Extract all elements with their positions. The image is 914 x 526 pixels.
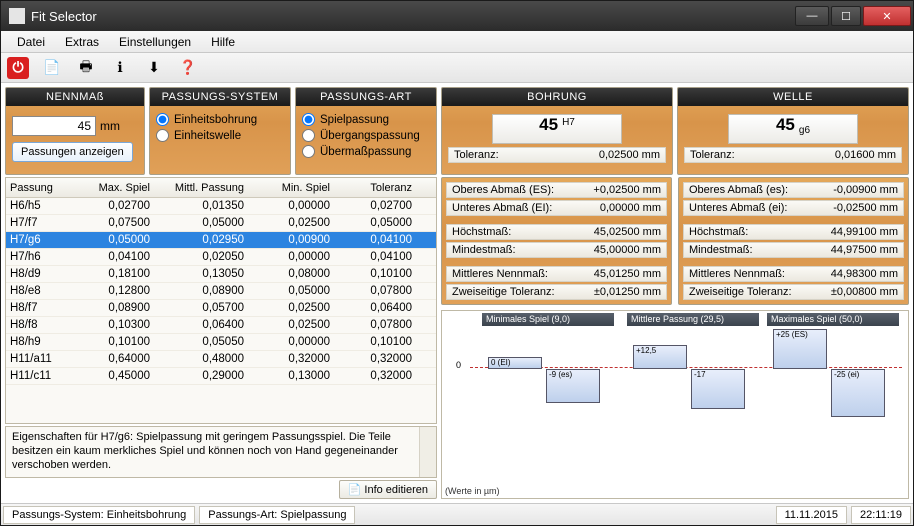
graph-units: (Werte in µm)	[445, 486, 500, 496]
radio-transition[interactable]: Übergangspassung	[302, 129, 430, 142]
app-icon	[9, 8, 25, 24]
bore-header: BOHRUNG	[442, 88, 672, 106]
fittype-card: PASSUNGS-ART Spielpassung Übergangspassu…	[295, 87, 437, 175]
menu-extras[interactable]: Extras	[55, 33, 109, 51]
show-fits-button[interactable]: Passungen anzeigen	[12, 142, 133, 162]
titlebar[interactable]: Fit Selector — ☐ ✕	[1, 1, 913, 31]
nominal-unit: mm	[100, 119, 120, 133]
table-row[interactable]: H6/h50,027000,013500,000000,02700	[6, 198, 436, 215]
bore-panel: BOHRUNG 45H7 Toleranz:0,02500 mm	[441, 87, 673, 175]
table-row[interactable]: H8/e80,128000,089000,050000,07800	[6, 283, 436, 300]
left-column: Passung Max. Spiel Mittl. Passung Min. S…	[5, 177, 437, 499]
fit-graph: 0 Minimales Spiel (9,0) 0 (EI) -9 (es) M…	[441, 310, 909, 499]
shaft-header: WELLE	[678, 88, 908, 106]
minimize-button[interactable]: —	[795, 6, 829, 26]
graph-col-mid: Mittlere Passung (29,5) +12,5 -17	[627, 313, 759, 482]
graph-col-min: Minimales Spiel (9,0) 0 (EI) -9 (es)	[482, 313, 614, 482]
shaft-info: Oberes Abmaß (es):-0,00900 mm Unteres Ab…	[678, 177, 909, 305]
content: NENNMAß mm Passungen anzeigen PASSUNGS-S…	[1, 83, 913, 503]
mid-row: Passung Max. Spiel Mittl. Passung Min. S…	[5, 177, 909, 499]
table-row[interactable]: H7/h60,041000,020500,000000,04100	[6, 249, 436, 266]
shaft-value: 45g6	[728, 114, 858, 144]
app-window: Fit Selector — ☐ ✕ Datei Extras Einstell…	[0, 0, 914, 526]
table-row[interactable]: H8/f80,103000,064000,025000,07800	[6, 317, 436, 334]
nominal-input[interactable]	[12, 116, 96, 136]
print-button[interactable]: 🖶	[75, 57, 97, 79]
table-header: Passung Max. Spiel Mittl. Passung Min. S…	[6, 178, 436, 198]
graph-shaft-max: -25 (ei)	[831, 369, 885, 417]
shaft-tol: Toleranz:0,01600 mm	[684, 147, 902, 163]
edit-info-button[interactable]: 📄 Info editieren	[339, 480, 437, 499]
graph-shaft-min: -9 (es)	[546, 369, 600, 403]
menu-settings[interactable]: Einstellungen	[109, 33, 201, 51]
top-row: NENNMAß mm Passungen anzeigen PASSUNGS-S…	[5, 87, 909, 175]
maximize-button[interactable]: ☐	[831, 6, 861, 26]
fit-description: Eigenschaften für H7/g6: Spielpassung mi…	[5, 426, 437, 478]
window-title: Fit Selector	[31, 9, 97, 24]
status-fitsystem: Passungs-System: Einheitsbohrung	[3, 506, 195, 524]
fitsystem-card: PASSUNGS-SYSTEM Einheitsbohrung Einheits…	[149, 87, 291, 175]
graph-bore-mid: +12,5	[633, 345, 687, 369]
right-column: Oberes Abmaß (ES):+0,02500 mm Unteres Ab…	[441, 177, 909, 499]
radio-unitbore[interactable]: Einheitsbohrung	[156, 113, 284, 126]
graph-col-max: Maximales Spiel (50,0) +25 (ES) -25 (ei)	[767, 313, 899, 482]
menu-help[interactable]: Hilfe	[201, 33, 245, 51]
table-row[interactable]: H8/d90,181000,130500,080000,10100	[6, 266, 436, 283]
copy-button[interactable]: 📄	[41, 57, 63, 79]
fitsystem-header: PASSUNGS-SYSTEM	[150, 88, 290, 106]
status-time: 22:11:19	[851, 506, 911, 524]
status-fittype: Passungs-Art: Spielpassung	[199, 506, 355, 524]
menu-file[interactable]: Datei	[7, 33, 55, 51]
table-row[interactable]: H11/c110,450000,290000,130000,32000	[6, 368, 436, 385]
fits-table: Passung Max. Spiel Mittl. Passung Min. S…	[5, 177, 437, 424]
table-row[interactable]: H8/f70,089000,057000,025000,06400	[6, 300, 436, 317]
graph-shaft-mid: -17	[691, 369, 745, 409]
table-body[interactable]: H6/h50,027000,013500,000000,02700H7/f70,…	[6, 198, 436, 423]
radio-interference[interactable]: Übermaßpassung	[302, 145, 430, 158]
table-row[interactable]: H8/h90,101000,050500,000000,10100	[6, 334, 436, 351]
fittype-header: PASSUNGS-ART	[296, 88, 436, 106]
shaft-panel: WELLE 45g6 Toleranz:0,01600 mm	[677, 87, 909, 175]
radio-clearance[interactable]: Spielpassung	[302, 113, 430, 126]
bore-tol: Toleranz:0,02500 mm	[448, 147, 666, 163]
statusbar: Passungs-System: Einheitsbohrung Passung…	[1, 503, 913, 525]
help-button[interactable]: ❓	[177, 57, 199, 79]
graph-bore-min: 0 (EI)	[488, 357, 542, 369]
table-row[interactable]: H7/g60,050000,029500,009000,04100	[6, 232, 436, 249]
table-row[interactable]: H7/f70,075000,050000,025000,05000	[6, 215, 436, 232]
desc-scrollbar[interactable]	[419, 427, 436, 477]
close-button[interactable]: ✕	[863, 6, 911, 26]
table-row[interactable]: H11/a110,640000,480000,320000,32000	[6, 351, 436, 368]
radio-unitshaft[interactable]: Einheitswelle	[156, 129, 284, 142]
nominal-header: NENNMAß	[6, 88, 144, 106]
graph-bore-max: +25 (ES)	[773, 329, 827, 369]
bore-value: 45H7	[492, 114, 622, 144]
info-button[interactable]: ℹ	[109, 57, 131, 79]
status-date: 11.11.2015	[776, 506, 847, 524]
power-button[interactable]: ⏻	[7, 57, 29, 79]
export-button[interactable]: ⬇	[143, 57, 165, 79]
bore-info: Oberes Abmaß (ES):+0,02500 mm Unteres Ab…	[441, 177, 672, 305]
menubar: Datei Extras Einstellungen Hilfe	[1, 31, 913, 53]
nominal-card: NENNMAß mm Passungen anzeigen	[5, 87, 145, 175]
toolbar: ⏻ 📄 🖶 ℹ ⬇ ❓	[1, 53, 913, 83]
